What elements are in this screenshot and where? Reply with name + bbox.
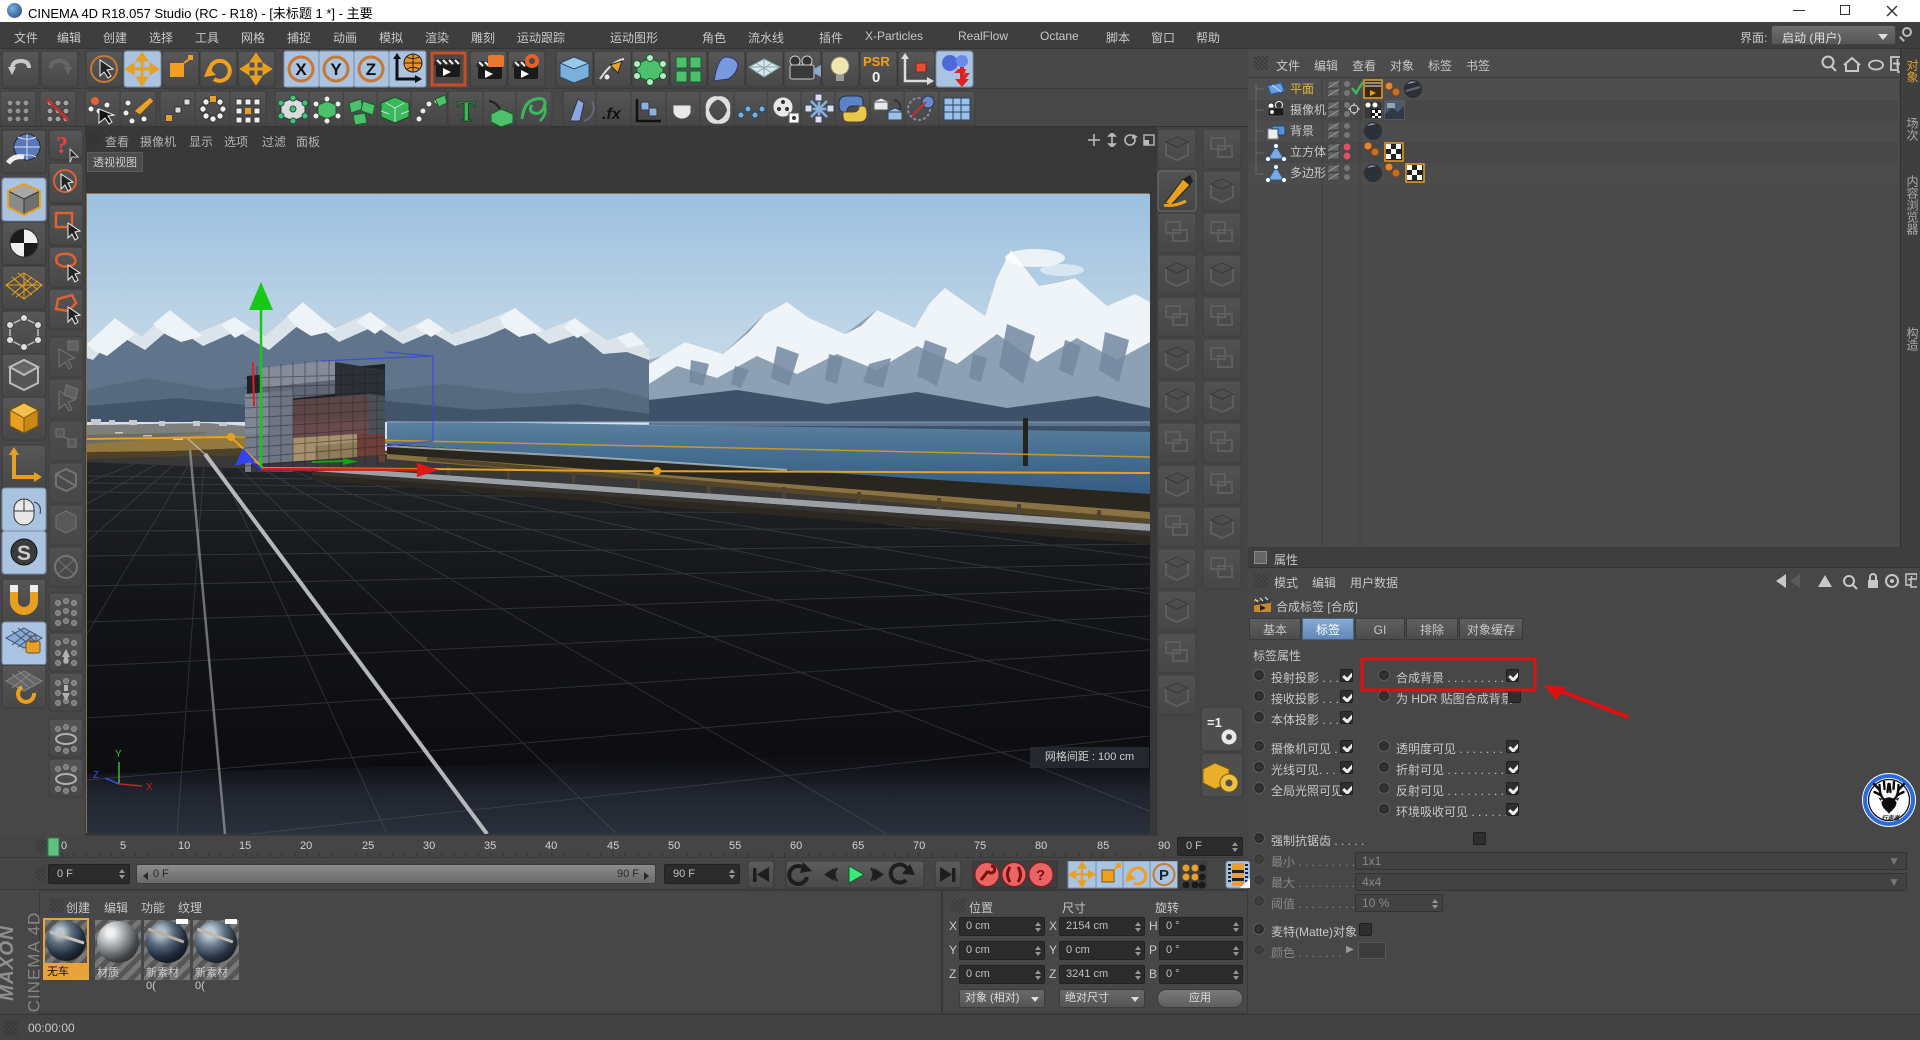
svg-text:P: P <box>1159 867 1169 884</box>
svg-text:20: 20 <box>300 840 312 852</box>
svg-text:5: 5 <box>120 840 126 852</box>
svg-text:多边形: 多边形 <box>1290 166 1326 180</box>
svg-text:85: 85 <box>1097 840 1109 852</box>
svg-text:摄像机: 摄像机 <box>1290 102 1326 117</box>
svg-text:70: 70 <box>913 840 925 852</box>
svg-text:S: S <box>17 542 31 565</box>
svg-text:55: 55 <box>729 840 741 852</box>
svg-text:45: 45 <box>607 840 619 852</box>
svg-text:0: 0 <box>61 840 67 852</box>
svg-text:T: T <box>457 97 476 127</box>
svg-text:X: X <box>295 60 307 79</box>
svg-text:.fx: .fx <box>602 106 622 123</box>
svg-text:PSR: PSR <box>863 54 890 69</box>
svg-text:X: X <box>146 782 153 793</box>
svg-text:40: 40 <box>545 840 557 852</box>
svg-text:30: 30 <box>423 840 435 852</box>
svg-text:60: 60 <box>790 840 802 852</box>
svg-text:背景: 背景 <box>1290 124 1314 138</box>
svg-text:15: 15 <box>239 840 251 852</box>
svg-text:平面: 平面 <box>1290 82 1314 96</box>
svg-text:=1: =1 <box>1207 715 1222 730</box>
svg-text:10: 10 <box>178 840 190 852</box>
svg-text:65: 65 <box>852 840 864 852</box>
svg-text:Z: Z <box>366 60 376 79</box>
svg-text:Y: Y <box>330 60 342 79</box>
svg-text:?: ? <box>56 133 68 159</box>
svg-text:75: 75 <box>974 840 986 852</box>
svg-text:90: 90 <box>1158 840 1170 852</box>
svg-text:35: 35 <box>484 840 496 852</box>
svg-text:0: 0 <box>872 69 880 86</box>
svg-text:行走者: 行走者 <box>1882 814 1901 822</box>
svg-text:Y: Y <box>115 749 122 760</box>
svg-text:80: 80 <box>1035 840 1047 852</box>
svg-text:?: ? <box>1036 867 1045 884</box>
svg-text:立方体: 立方体 <box>1290 144 1326 159</box>
svg-text:25: 25 <box>362 840 374 852</box>
svg-text:Z: Z <box>93 770 99 781</box>
svg-text:50: 50 <box>668 840 680 852</box>
